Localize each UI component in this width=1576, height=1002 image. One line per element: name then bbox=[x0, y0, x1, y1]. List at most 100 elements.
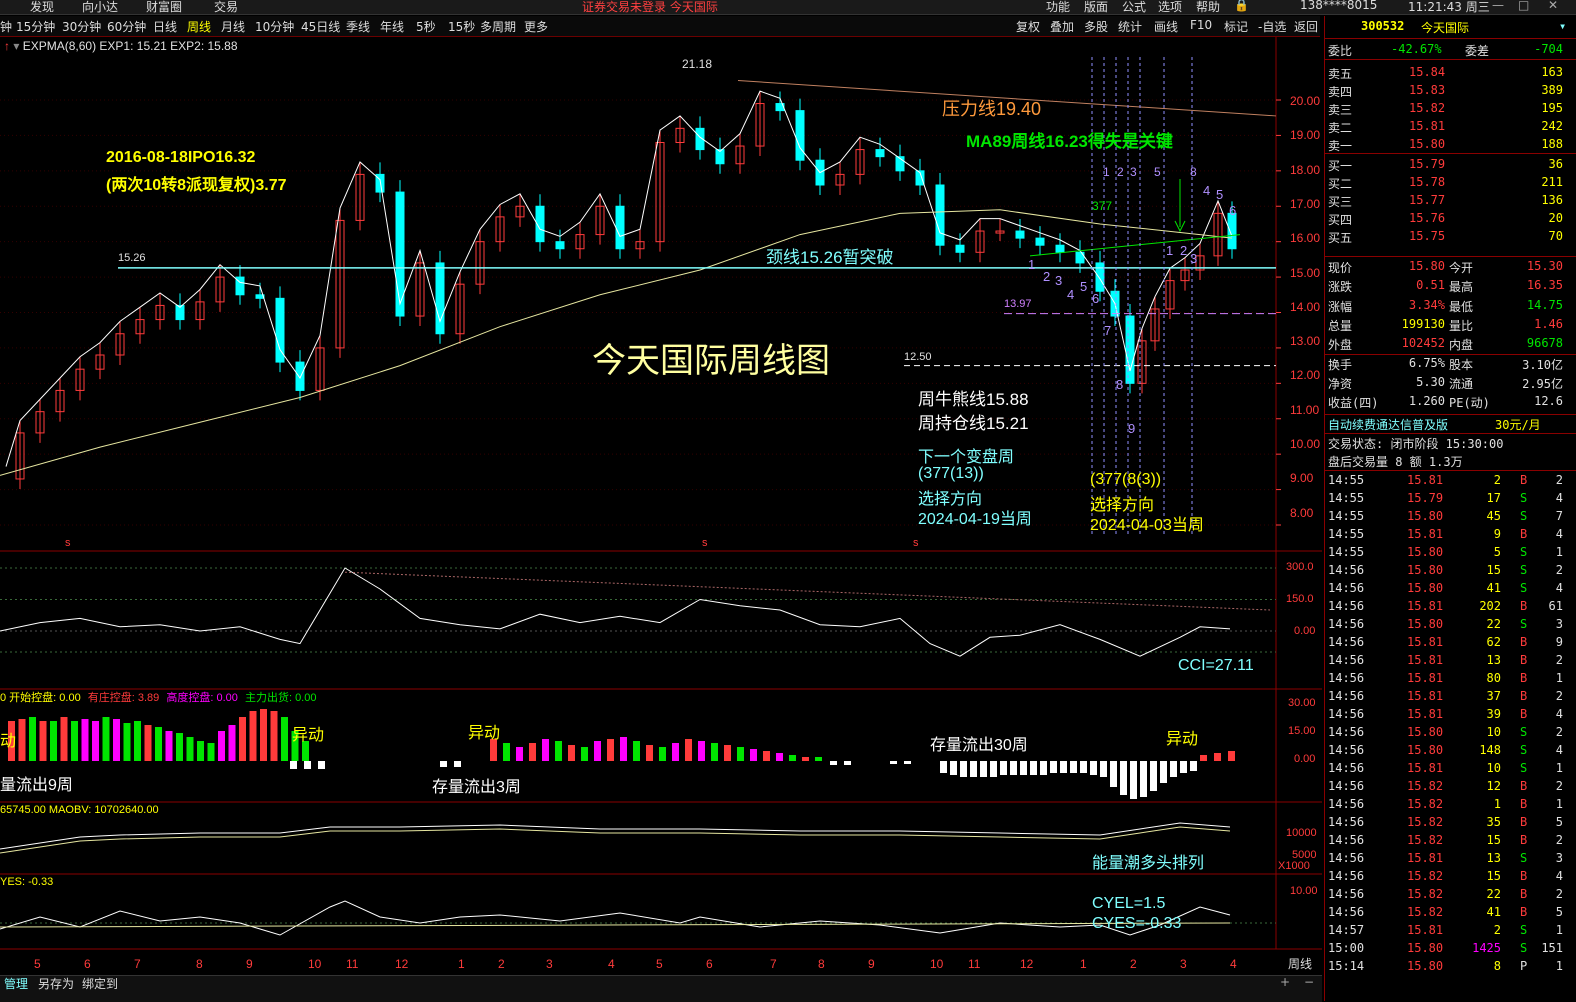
orderbook-row-buys-1[interactable]: 买二 15.78 211 bbox=[1325, 174, 1576, 192]
orderbook-row-sells-4[interactable]: 卖一 15.80 188 bbox=[1325, 136, 1576, 154]
tick-time: 14:56 bbox=[1328, 743, 1365, 757]
btn-mark[interactable]: 标记 bbox=[1224, 18, 1248, 35]
btn-watchlist[interactable]: -自选 bbox=[1258, 18, 1286, 35]
tick-count: 2 bbox=[1555, 779, 1563, 793]
cye-axis-10: 10.00 bbox=[1290, 885, 1318, 897]
orderbook-row-buys-2[interactable]: 买三 15.77 136 bbox=[1325, 192, 1576, 210]
period-season[interactable]: 季线 bbox=[346, 18, 370, 35]
orderbook-row-buys-3[interactable]: 买四 15.76 20 bbox=[1325, 210, 1576, 228]
period-min[interactable]: 钟 bbox=[0, 18, 12, 35]
menu-help[interactable]: 帮助 bbox=[1196, 0, 1220, 15]
orderbook-row-buys-4[interactable]: 买五 15.75 70 bbox=[1325, 228, 1576, 246]
period-60min[interactable]: 60分钟 bbox=[107, 18, 146, 35]
plus-icon[interactable]: + bbox=[1280, 975, 1290, 989]
tick-count: 1 bbox=[1555, 797, 1563, 811]
volume-bar bbox=[81, 719, 89, 761]
orderbook-label: 买一 bbox=[1328, 159, 1353, 173]
outflow-bar bbox=[950, 761, 957, 775]
vol-axis-30: 30.00 bbox=[1288, 697, 1316, 709]
chart-area[interactable]: ↑ ▾ EXPMA(8,60) EXP1: 15.21 EXP2: 15.88 … bbox=[0, 37, 1322, 977]
period-45day[interactable]: 45日线 bbox=[301, 18, 340, 35]
btn-f10[interactable]: F10 bbox=[1190, 18, 1212, 32]
orderbook-row-buys-0[interactable]: 买一 15.79 36 bbox=[1325, 156, 1576, 174]
tick-row: 14:56 15.81 39 B 4 bbox=[1325, 706, 1576, 724]
stat-value: 199130 bbox=[1401, 316, 1445, 331]
candle-body bbox=[275, 297, 285, 363]
tick-count: 4 bbox=[1555, 707, 1563, 721]
close-icon[interactable]: ✕ bbox=[1548, 0, 1558, 12]
dropdown-icon[interactable]: ▾ bbox=[13, 39, 19, 53]
menu-layout[interactable]: 版面 bbox=[1084, 0, 1108, 15]
tab-save-as[interactable]: 另存为 bbox=[38, 975, 74, 992]
btn-stats[interactable]: 统计 bbox=[1118, 18, 1142, 35]
period-10min[interactable]: 10分钟 bbox=[255, 18, 294, 35]
volume-bar bbox=[672, 743, 679, 761]
period-week[interactable]: 周线 bbox=[187, 18, 211, 35]
tick-price: 15.82 bbox=[1407, 869, 1444, 883]
promo-price[interactable]: 30元/月 bbox=[1495, 416, 1541, 433]
candle-body bbox=[1055, 244, 1065, 253]
next-turn-label-2: (377(13)) bbox=[918, 465, 984, 482]
menu-wealth-circle[interactable]: 财富圈 bbox=[146, 0, 182, 15]
outflow-30w-label: 存量流出30周 bbox=[930, 737, 1028, 754]
period-more[interactable]: 更多 bbox=[524, 18, 548, 35]
tick-volume: 1425 bbox=[1472, 941, 1501, 955]
btn-back[interactable]: 返回 bbox=[1294, 18, 1318, 35]
orderbook-row-sells-1[interactable]: 卖四 15.83 389 bbox=[1325, 82, 1576, 100]
promo-text[interactable]: 自动续费通达信普及版 bbox=[1328, 416, 1448, 433]
tick-row: 14:56 15.81 80 B 1 bbox=[1325, 670, 1576, 688]
orderbook-row-sells-2[interactable]: 卖三 15.82 195 bbox=[1325, 100, 1576, 118]
maximize-icon[interactable]: □ bbox=[1518, 0, 1529, 12]
count-4: 4 bbox=[1067, 287, 1075, 302]
tick-time: 14:56 bbox=[1328, 815, 1365, 829]
btn-fuquan[interactable]: 复权 bbox=[1016, 18, 1040, 35]
tick-count: 2 bbox=[1555, 653, 1563, 667]
tick-row: 14:55 15.80 45 S 7 bbox=[1325, 508, 1576, 526]
tick-volume: 37 bbox=[1486, 689, 1501, 703]
minimize-icon[interactable]: — bbox=[1492, 0, 1504, 12]
quote-panel: 300532 今天国际 ▾ 委比 -42.67% 委差 -704 卖五 15.8… bbox=[1324, 16, 1576, 1001]
stat-label: 股本 bbox=[1449, 357, 1474, 372]
menu-xiangxiaoda[interactable]: 向小达 bbox=[82, 0, 118, 15]
tick-volume: 10 bbox=[1486, 725, 1501, 739]
menu-options[interactable]: 选项 bbox=[1158, 0, 1182, 15]
account-name[interactable]: 138****8015 bbox=[1300, 0, 1377, 12]
orderbook-row-sells-0[interactable]: 卖五 15.84 163 bbox=[1325, 64, 1576, 82]
lock-icon[interactable]: 🔒 bbox=[1234, 0, 1249, 12]
promo-row[interactable]: 自动续费通达信普及版 30元/月 bbox=[1325, 414, 1576, 434]
btn-draw[interactable]: 画线 bbox=[1154, 18, 1178, 35]
tick-row: 14:56 15.80 15 S 2 bbox=[1325, 562, 1576, 580]
tick-direction: S bbox=[1520, 491, 1528, 505]
volume-bar bbox=[802, 757, 809, 761]
tick-count: 5 bbox=[1555, 815, 1563, 829]
candle-body bbox=[1035, 237, 1045, 246]
period-year[interactable]: 年线 bbox=[380, 18, 404, 35]
orderbook-price: 15.81 bbox=[1409, 119, 1446, 133]
stat-value: 5.30 bbox=[1416, 374, 1445, 389]
price-axis-label: 20.00 bbox=[1290, 94, 1321, 108]
volume-bar bbox=[50, 721, 57, 761]
menu-function[interactable]: 功能 bbox=[1046, 0, 1070, 15]
volume-bar bbox=[1214, 753, 1221, 761]
period-5s[interactable]: 5秒 bbox=[416, 18, 436, 35]
period-day[interactable]: 日线 bbox=[153, 18, 177, 35]
period-month[interactable]: 月线 bbox=[221, 18, 245, 35]
volume-bar bbox=[39, 721, 47, 761]
tri-down-icon[interactable]: ▾ bbox=[1559, 19, 1566, 33]
orderbook-label: 买四 bbox=[1328, 213, 1353, 227]
btn-multistock[interactable]: 多股 bbox=[1084, 18, 1108, 35]
period-15s[interactable]: 15秒 bbox=[448, 18, 475, 35]
period-30min[interactable]: 30分钟 bbox=[62, 18, 101, 35]
tab-manage[interactable]: 管理 bbox=[4, 975, 28, 992]
orderbook-row-sells-3[interactable]: 卖二 15.81 242 bbox=[1325, 118, 1576, 136]
orderbook-price: 15.76 bbox=[1409, 211, 1446, 225]
period-multi[interactable]: 多周期 bbox=[480, 18, 516, 35]
menu-trade[interactable]: 交易 bbox=[214, 0, 238, 15]
menu-discover[interactable]: 发现 bbox=[30, 0, 54, 15]
period-15min[interactable]: 15分钟 bbox=[16, 18, 55, 35]
tick-direction: S bbox=[1520, 725, 1528, 739]
minus-icon[interactable]: − bbox=[1304, 975, 1314, 989]
menu-formula[interactable]: 公式 bbox=[1122, 0, 1146, 15]
btn-overlay[interactable]: 叠加 bbox=[1050, 18, 1074, 35]
tab-bind-to[interactable]: 绑定到 bbox=[82, 975, 118, 992]
